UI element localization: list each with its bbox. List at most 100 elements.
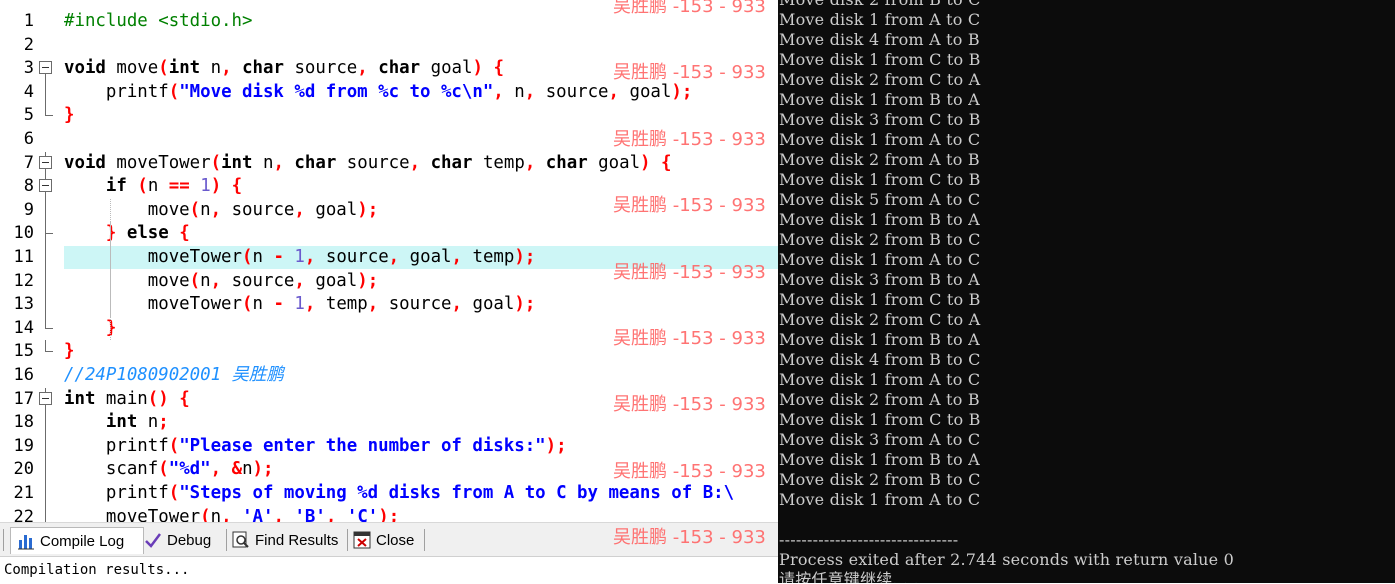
code-line[interactable]: 22 moveTower(n, 'A', 'B', 'C'); — [0, 505, 778, 522]
code-token: ( — [168, 435, 180, 456]
code-token: ); — [357, 270, 379, 291]
code-line[interactable]: 10 } else { — [0, 222, 778, 247]
code-text: } — [64, 104, 74, 127]
code-token: ); — [357, 199, 379, 220]
code-token: { — [179, 223, 190, 244]
code-text: scanf("%d", &n); — [64, 458, 274, 481]
code-token: , — [273, 152, 284, 173]
tab-debug[interactable]: Debug — [144, 527, 222, 553]
code-token: , — [210, 270, 222, 291]
code-token: n — [200, 270, 211, 291]
line-number: 17 — [13, 388, 34, 409]
tab-label: Find Results — [255, 531, 339, 549]
code-token: ); — [252, 459, 274, 480]
code-token: //24P1080902001 — [64, 365, 232, 385]
code-token: char — [294, 152, 337, 173]
code-token: , — [294, 199, 305, 220]
line-number: 8 — [23, 176, 34, 197]
code-text: move(n, source, goal); — [64, 270, 378, 293]
console-line: -------------------------------- — [779, 530, 959, 549]
code-line[interactable]: 13 moveTower(n - 1, temp, source, goal); — [0, 293, 778, 318]
code-token: moveTower — [105, 152, 211, 173]
code-token: , — [367, 294, 379, 315]
code-token: , — [524, 152, 536, 173]
console-line: Process exited after 2.744 seconds with … — [779, 550, 1234, 569]
code-token: move — [64, 270, 190, 291]
code-token: } — [64, 105, 75, 126]
fold-collapse-icon[interactable] — [38, 151, 55, 176]
code-token: , — [451, 294, 462, 315]
line-number: 5 — [23, 105, 34, 126]
code-token: "Steps of moving %d disks from A to C by… — [179, 483, 735, 503]
fold-line — [38, 411, 55, 436]
code-line[interactable]: 19 printf("Please enter the number of di… — [0, 434, 778, 459]
code-token: scanf — [64, 459, 159, 480]
tab-divider — [3, 529, 4, 551]
console-line: Move disk 3 from A to C — [779, 430, 981, 449]
code-text: } — [64, 317, 116, 340]
code-text: printf("Steps of moving %d disks from A … — [64, 482, 734, 505]
code-line[interactable]: 21 printf("Steps of moving %d disks from… — [0, 482, 778, 506]
line-number: 21 — [13, 483, 34, 503]
code-text: printf("Please enter the number of disks… — [64, 435, 567, 458]
fold-end — [38, 316, 55, 340]
code-token: ); — [671, 81, 693, 102]
code-token: ); — [545, 435, 567, 456]
fold-line — [38, 198, 55, 223]
console-line: Move disk 2 from C to A — [779, 310, 981, 329]
tab-label: Debug — [167, 531, 212, 549]
code-token: , — [325, 506, 337, 522]
code-token: , — [608, 81, 619, 102]
code-token: moveTower — [64, 247, 242, 267]
console-line: Move disk 1 from B to A — [779, 90, 980, 109]
code-token: temp — [472, 152, 525, 173]
tab-compile-log[interactable]: Compile Log — [10, 527, 144, 554]
code-token: char — [242, 58, 284, 79]
code-token: "Move disk %d from %c to %c\n" — [179, 81, 494, 102]
code-token: printf — [64, 435, 169, 456]
code-token: , — [221, 506, 232, 522]
code-line[interactable]: 16 //24P1080902001 吴胜鹏 — [0, 364, 778, 387]
console-line: 请按任意键继续. . . — [779, 570, 919, 583]
console-window[interactable]: Move disk 2 from B to CMove disk 1 from … — [778, 0, 1395, 583]
code-token: == — [168, 176, 190, 197]
console-line: Move disk 1 from B to A — [779, 330, 980, 349]
code-token: printf — [64, 81, 169, 102]
fold-collapse-icon[interactable] — [38, 387, 55, 412]
code-token: { — [493, 58, 504, 79]
fold-collapse-icon[interactable] — [38, 57, 55, 82]
line-number: 7 — [23, 152, 34, 173]
tab-find-results[interactable]: Find Results — [232, 527, 344, 553]
code-line[interactable]: 2 — [0, 34, 778, 57]
code-text: } — [64, 340, 74, 363]
console-line: Move disk 1 from C to B — [779, 290, 981, 309]
console-line: Move disk 1 from B to A — [779, 210, 980, 229]
code-token: source — [315, 247, 389, 267]
code-text: printf("Move disk %d from %c to %c\n", n… — [64, 81, 692, 104]
tab-divider — [226, 529, 227, 551]
close-button[interactable]: Close — [353, 527, 423, 553]
code-line[interactable]: 7 void moveTower(int n, char source, char… — [0, 151, 778, 176]
line-number: 19 — [13, 435, 34, 456]
console-line: Move disk 1 from B to A — [779, 450, 980, 469]
fold-collapse-icon[interactable] — [38, 175, 55, 200]
code-token: ; — [158, 412, 169, 433]
code-token: temp — [315, 294, 368, 315]
line-number: 4 — [23, 81, 34, 102]
code-text: } else { — [64, 222, 190, 245]
close-window-icon — [353, 531, 371, 549]
code-token: move — [64, 199, 190, 220]
code-token: ); — [514, 294, 536, 315]
code-token: ( — [210, 152, 222, 173]
console-line: Move disk 1 from C to B — [779, 170, 981, 189]
